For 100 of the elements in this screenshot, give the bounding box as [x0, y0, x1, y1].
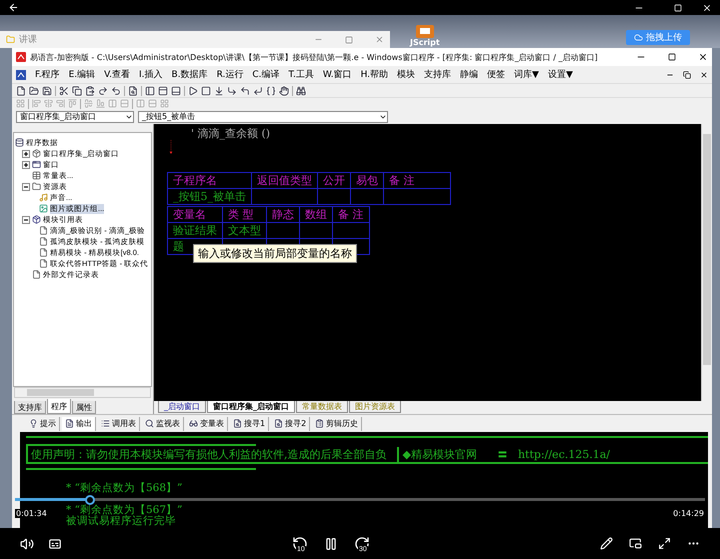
search-icon[interactable] [128, 86, 138, 96]
step-icon[interactable] [227, 86, 237, 96]
window-title: 讲课 [19, 34, 37, 46]
output-tab[interactable]: 输出 [62, 416, 96, 430]
editor-tab[interactable]: 图片资源表 [349, 401, 401, 413]
output-tab[interactable]: 剪辑历史 [312, 416, 362, 430]
table-cell[interactable] [332, 222, 369, 238]
clipboard-icon [315, 419, 324, 428]
braces-icon[interactable] [266, 86, 276, 96]
output-line: * “剩余点数为【568】” [66, 483, 182, 494]
pause-button[interactable] [324, 536, 338, 550]
menu-item[interactable]: I.插入 [139, 68, 163, 81]
menu-item[interactable]: V.查看 [104, 68, 130, 81]
panel-tab[interactable]: 支持库 [14, 401, 46, 414]
menu-item[interactable]: 静编 [460, 68, 478, 81]
site-url[interactable]: http://ec.125.1a/ [518, 448, 610, 460]
restore-icon[interactable] [683, 70, 691, 78]
output-tab[interactable]: 搜寻2 [271, 416, 310, 430]
file-icon[interactable] [16, 86, 26, 96]
output-tab[interactable]: 监视表 [142, 416, 184, 430]
menu-item[interactable]: 设置▼ [548, 68, 573, 81]
output-tab[interactable]: 变量表 [186, 416, 228, 430]
close-icon[interactable] [698, 52, 708, 62]
collapse-icon[interactable] [22, 182, 30, 190]
hand-icon[interactable] [279, 86, 289, 96]
table-cell[interactable] [266, 222, 300, 238]
table-cell[interactable] [300, 222, 332, 238]
tooltip: 输入或修改当前局部变量的名称 [193, 244, 357, 263]
back-icon[interactable] [8, 2, 19, 13]
output-line: 被调试易程序运行完毕 [66, 516, 176, 527]
menu-item[interactable]: C.编译 [252, 68, 280, 81]
forward-icon [354, 536, 370, 552]
captions-button[interactable] [48, 536, 62, 550]
fullscreen-button[interactable] [658, 537, 671, 550]
pencil-icon [600, 537, 613, 550]
step-icon[interactable] [253, 86, 263, 96]
menu-item[interactable]: E.编辑 [68, 68, 96, 81]
table-cell[interactable]: _按钮5_被单击 [168, 188, 252, 204]
panel-icon[interactable] [171, 86, 181, 96]
panel-tab[interactable]: 属性 [72, 401, 96, 414]
editor-tab[interactable]: 常量数据表 [296, 401, 348, 413]
scrollbar[interactable] [14, 387, 151, 398]
column-header: 变量名 [168, 206, 222, 222]
dropdown[interactable]: 窗口程序集_启动窗口 [16, 110, 134, 122]
menu-item[interactable]: 支持库 [424, 68, 452, 81]
menu-item[interactable]: R.运行 [216, 68, 244, 81]
stop-icon[interactable] [201, 86, 211, 96]
redo-icon[interactable] [98, 86, 108, 96]
save-icon[interactable] [42, 86, 52, 96]
menu-item[interactable]: B.数据库 [172, 68, 208, 81]
table-cell[interactable] [252, 188, 318, 204]
panel-tab[interactable]: 程序 [47, 399, 71, 414]
menu-item[interactable]: T.工具 [288, 68, 314, 81]
close-icon[interactable] [702, 2, 712, 12]
mini-view-button[interactable] [629, 537, 642, 550]
table-cell[interactable]: 验证结果 [168, 222, 222, 238]
copy-icon[interactable] [72, 86, 82, 96]
step-icon[interactable] [240, 86, 250, 96]
app-icon[interactable] [414, 24, 435, 38]
menu-item[interactable]: W.窗口 [322, 68, 352, 81]
output-tab[interactable]: 提示 [26, 416, 60, 430]
step-icon[interactable] [214, 86, 224, 96]
folder-icon[interactable] [29, 86, 39, 96]
close-icon[interactable] [700, 70, 708, 78]
expand-icon[interactable] [22, 150, 30, 158]
editor-tab[interactable]: _启动窗口 [158, 401, 206, 413]
maximize-icon[interactable] [668, 53, 676, 61]
menu-item[interactable]: 词库▼ [514, 68, 539, 81]
panel-icon[interactable] [145, 86, 155, 96]
file-icon [39, 237, 48, 246]
expand-icon[interactable] [22, 160, 30, 168]
paste-icon[interactable] [85, 86, 95, 96]
cut-icon[interactable] [59, 86, 69, 96]
window-title: 易语言-加密狗版 - C:\Users\Administrator\Desktop\讲课\【第一节课】接码登陆\第一颗.e - Windows窗口程序 - [程序集: 窗口程序集_启动窗口 / _启动窗口] [30, 52, 599, 62]
output-tab[interactable]: 调用表 [98, 416, 140, 430]
column-header: 静态 [266, 206, 300, 222]
column-header: 数组 [300, 206, 332, 222]
glasses-icon [189, 419, 198, 428]
edit-button[interactable] [600, 537, 613, 550]
table-cell[interactable] [384, 188, 450, 204]
menu-item[interactable]: F.程序 [35, 68, 60, 81]
table-icon [32, 171, 41, 180]
binoculars-icon[interactable] [296, 86, 306, 96]
output-tab[interactable]: 搜寻1 [230, 416, 270, 430]
panel-icon[interactable] [158, 86, 168, 96]
undo-icon[interactable] [111, 86, 121, 96]
play-icon[interactable] [188, 86, 198, 96]
volume-button[interactable] [20, 536, 34, 550]
menu-item[interactable]: 便签 [487, 68, 506, 81]
table-cell[interactable] [350, 188, 384, 204]
package-icon [32, 149, 41, 158]
menu-item[interactable]: H.帮助 [360, 68, 388, 81]
menu-item[interactable]: 模块 [397, 68, 416, 81]
table-cell[interactable]: 文本型 [222, 222, 266, 238]
editor-tab[interactable]: 窗口程序集_启动窗口 [207, 401, 295, 413]
usage-notice: 使用声明：请勿使用本模块编写有损他人利益的软件,造成的后果全部自负 [31, 446, 386, 462]
collapse-icon[interactable] [22, 216, 30, 224]
rewind-icon [292, 536, 308, 552]
table-cell[interactable] [318, 188, 350, 204]
dropdown[interactable]: _按钮5_被单击 [138, 110, 388, 122]
